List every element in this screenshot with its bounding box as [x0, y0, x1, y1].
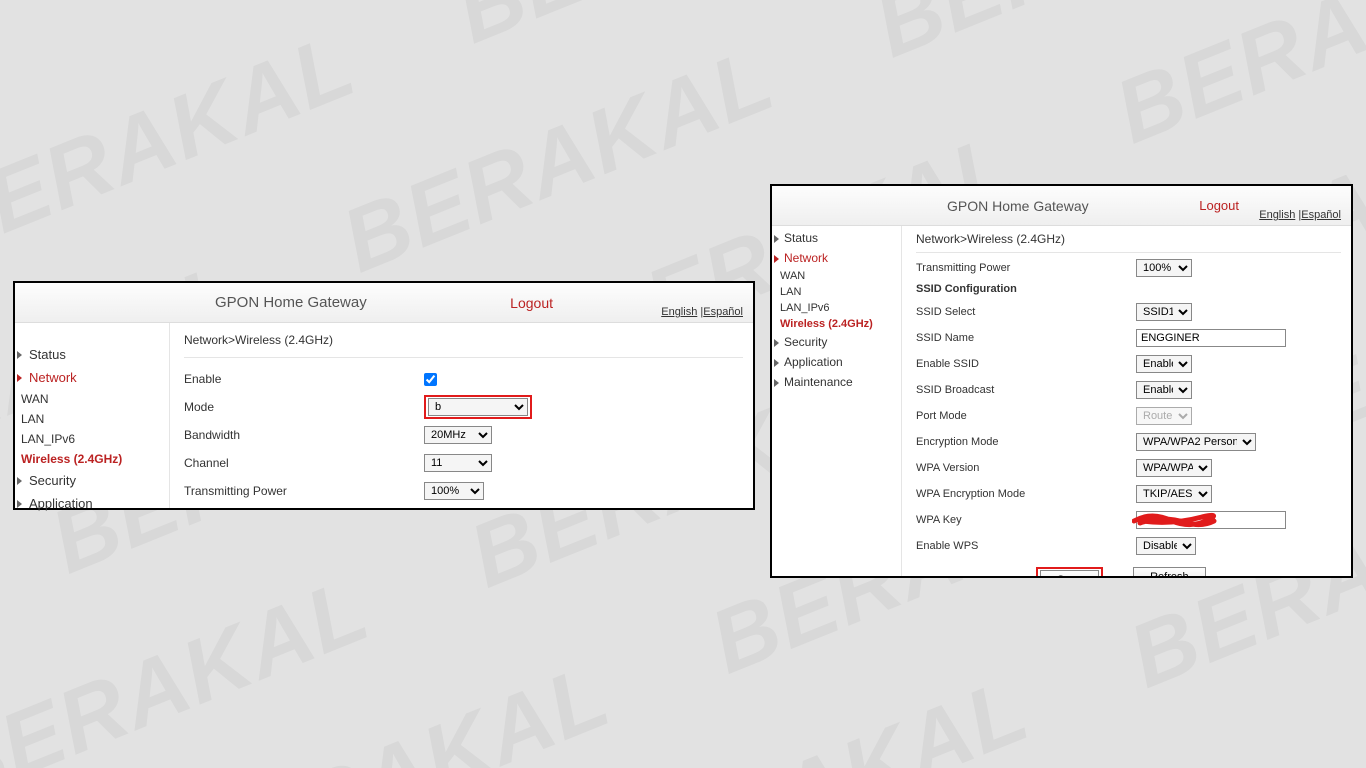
sidebar-item-lan-ipv6[interactable]: LAN_IPv6 [772, 300, 901, 316]
logout-link[interactable]: Logout [510, 295, 553, 311]
wpa-enc-label: WPA Encryption Mode [916, 488, 1136, 500]
wps-label: Enable WPS [916, 540, 1136, 552]
lang-espanol[interactable]: Español [1301, 209, 1341, 221]
header: GPON Home Gateway Logout English |Españo… [15, 283, 753, 323]
sidebar-item-wan[interactable]: WAN [772, 268, 901, 284]
lang-espanol[interactable]: Español [703, 306, 743, 318]
channel-label: Channel [184, 456, 424, 470]
enable-ssid-select[interactable]: Enable [1136, 355, 1192, 373]
ssid-config-heading: SSID Configuration [916, 283, 1341, 295]
mode-highlight: b [424, 395, 532, 419]
txpower-select[interactable]: 100% [1136, 259, 1192, 277]
enable-checkbox[interactable] [424, 373, 437, 386]
logout-link[interactable]: Logout [1199, 198, 1239, 213]
sidebar-item-lan-ipv6[interactable]: LAN_IPv6 [15, 429, 169, 449]
wpa-version-select[interactable]: WPA/WPA2 [1136, 459, 1212, 477]
page-title: GPON Home Gateway [215, 294, 367, 311]
sidebar-item-wireless[interactable]: Wireless (2.4GHz) [772, 316, 901, 332]
page-title: GPON Home Gateway [947, 198, 1089, 214]
save-highlight: Save [1036, 567, 1103, 576]
language-links: English |Español [1259, 209, 1341, 221]
sidebar-item-security[interactable]: Security [15, 469, 169, 492]
mode-select[interactable]: b [428, 398, 528, 416]
wpa-key-redacted [1136, 511, 1286, 529]
sidebar-item-status[interactable]: Status [15, 343, 169, 366]
mode-label: Mode [184, 400, 424, 414]
sidebar-item-lan[interactable]: LAN [772, 284, 901, 300]
wpa-version-label: WPA Version [916, 462, 1136, 474]
sidebar-item-network[interactable]: Network [772, 248, 901, 268]
enable-label: Enable [184, 372, 424, 386]
sidebar: Status Network WAN LAN LAN_IPv6 Wireless… [772, 226, 902, 576]
router-panel-right: GPON Home Gateway Logout English |Españo… [770, 184, 1353, 578]
port-mode-select: Route [1136, 407, 1192, 425]
port-mode-label: Port Mode [916, 410, 1136, 422]
router-panel-left: GPON Home Gateway Logout English |Españo… [13, 281, 755, 510]
bandwidth-label: Bandwidth [184, 428, 424, 442]
sidebar-item-security[interactable]: Security [772, 332, 901, 352]
sidebar-item-network[interactable]: Network [15, 366, 169, 389]
breadcrumb: Network>Wireless (2.4GHz) [916, 230, 1341, 252]
sidebar: Status Network WAN LAN LAN_IPv6 Wireless… [15, 323, 170, 508]
encryption-select[interactable]: WPA/WPA2 Personal [1136, 433, 1256, 451]
broadcast-select[interactable]: Enable [1136, 381, 1192, 399]
breadcrumb: Network>Wireless (2.4GHz) [184, 327, 743, 357]
txpower-select[interactable]: 100% [424, 482, 484, 500]
sidebar-item-application[interactable]: Application [772, 352, 901, 372]
sidebar-item-status[interactable]: Status [772, 228, 901, 248]
ssid-select-label: SSID Select [916, 306, 1136, 318]
content: Network>Wireless (2.4GHz) Transmitting P… [902, 226, 1351, 576]
ssid-name-input[interactable] [1136, 329, 1286, 347]
sidebar-item-wan[interactable]: WAN [15, 389, 169, 409]
wpa-key-label: WPA Key [916, 514, 1136, 526]
sidebar-item-maintenance[interactable]: Maintenance [772, 372, 901, 392]
channel-select[interactable]: 11 [424, 454, 492, 472]
content: Network>Wireless (2.4GHz) Enable Mode b … [170, 323, 753, 508]
wps-select[interactable]: Disable [1136, 537, 1196, 555]
lang-english[interactable]: English [1259, 209, 1295, 221]
txpower-label: Transmitting Power [184, 484, 424, 498]
broadcast-label: SSID Broadcast [916, 384, 1136, 396]
wpa-enc-select[interactable]: TKIP/AES [1136, 485, 1212, 503]
lang-english[interactable]: English [661, 306, 697, 318]
save-button[interactable]: Save [1040, 570, 1099, 576]
encryption-label: Encryption Mode [916, 436, 1136, 448]
txpower-label: Transmitting Power [916, 262, 1136, 274]
divider [916, 252, 1341, 253]
bandwidth-select[interactable]: 20MHz [424, 426, 492, 444]
ssid-name-label: SSID Name [916, 332, 1136, 344]
ssid-select[interactable]: SSID1 [1136, 303, 1192, 321]
sidebar-item-wireless[interactable]: Wireless (2.4GHz) [15, 449, 169, 469]
header: GPON Home Gateway Logout English |Españo… [772, 186, 1351, 226]
divider [184, 357, 743, 358]
enable-ssid-label: Enable SSID [916, 358, 1136, 370]
sidebar-item-application[interactable]: Application [15, 492, 169, 515]
language-links: English |Español [661, 306, 743, 318]
sidebar-item-lan[interactable]: LAN [15, 409, 169, 429]
refresh-button[interactable]: Refresh [1133, 567, 1206, 576]
